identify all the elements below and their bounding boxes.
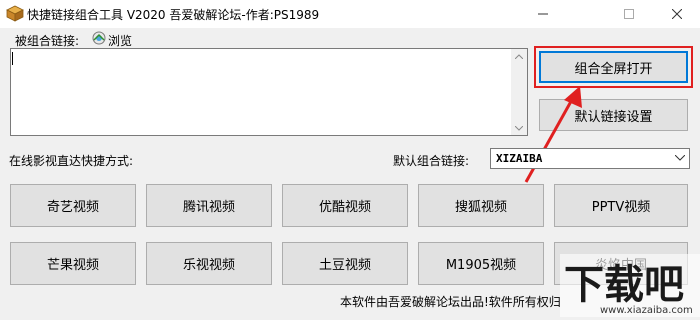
video-button-iqiyi[interactable]: 奇艺视频	[10, 184, 136, 227]
browse-icon[interactable]	[92, 31, 106, 45]
video-button-mango[interactable]: 芒果视频	[10, 242, 136, 285]
video-button-letv[interactable]: 乐视视频	[146, 242, 272, 285]
video-button-youku[interactable]: 优酷视频	[282, 184, 408, 227]
footer-text: 本软件由吾爱破解论坛出品!软件所有权归	[340, 295, 561, 309]
maximize-icon	[624, 9, 634, 19]
browse-link[interactable]: 浏览	[108, 32, 132, 49]
default-combo-value: XIZAIBA	[496, 152, 543, 165]
watermark-main: 下载吧	[564, 262, 684, 308]
close-button[interactable]	[654, 0, 700, 28]
video-button-sohu[interactable]: 搜狐视频	[418, 184, 544, 227]
maximize-button[interactable]	[606, 0, 652, 28]
watermark-logo: 下载吧 www.xiazaiba.com	[560, 254, 700, 317]
video-button-tudou[interactable]: 土豆视频	[282, 242, 408, 285]
default-combo-select[interactable]: XIZAIBA	[490, 148, 690, 169]
window-title: 快捷链接组合工具 V2020 吾爱破解论坛-作者:PS1989	[27, 8, 320, 22]
close-icon	[672, 9, 682, 19]
video-button-tencent[interactable]: 腾讯视频	[146, 184, 272, 227]
video-button-pptv[interactable]: PPTV视频	[554, 184, 688, 227]
default-combo-label: 默认组合链接:	[393, 154, 470, 168]
text-caret	[12, 52, 13, 65]
minimize-icon	[538, 13, 548, 15]
fullscreen-open-button[interactable]: 组合全屏打开	[534, 46, 693, 88]
video-button-m1905[interactable]: M1905视频	[418, 242, 544, 285]
app-icon	[6, 5, 24, 22]
quick-label: 在线影视直达快捷方式:	[9, 154, 134, 168]
scroll-up-icon[interactable]	[511, 49, 527, 63]
links-textarea[interactable]	[10, 48, 528, 136]
annotation-arrow	[524, 86, 582, 183]
watermark-sub: www.xiazaiba.com	[600, 305, 693, 316]
links-label: 被组合链接:	[15, 34, 80, 48]
chevron-down-icon	[675, 155, 685, 161]
minimize-button[interactable]	[520, 0, 566, 28]
